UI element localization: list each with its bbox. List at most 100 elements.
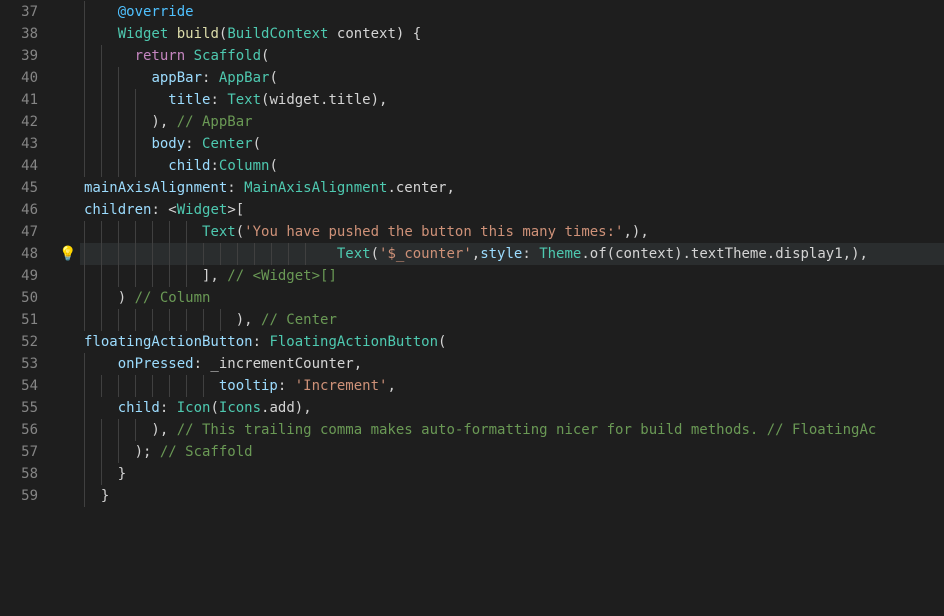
- token: AppBar: [219, 70, 270, 86]
- token: body: [151, 136, 185, 152]
- code-line[interactable]: title: Text(widget.title),: [80, 89, 944, 111]
- line-number: 53: [0, 353, 56, 375]
- token: (: [210, 400, 218, 416]
- token: ),: [84, 114, 177, 130]
- code-line[interactable]: child:Column(: [80, 155, 944, 177]
- token: : _incrementCounter,: [194, 356, 363, 372]
- token: title: [168, 92, 210, 108]
- token: [84, 48, 135, 64]
- token: (: [371, 246, 379, 262]
- code-line[interactable]: tooltip: 'Increment',: [80, 375, 944, 397]
- token: [84, 92, 168, 108]
- token: // AppBar: [177, 114, 253, 130]
- token: (: [261, 48, 269, 64]
- token: FloatingActionButton: [269, 334, 438, 350]
- line-number: 44: [0, 155, 56, 177]
- token: (: [253, 136, 261, 152]
- token: (: [438, 334, 446, 350]
- line-number: 45: [0, 177, 56, 199]
- line-number: 43: [0, 133, 56, 155]
- token: Text: [227, 92, 261, 108]
- line-number-gutter: 3738394041424344454647484950515253545556…: [0, 0, 56, 616]
- token: ,: [472, 246, 480, 262]
- token: Widget: [177, 202, 228, 218]
- token: children: [84, 202, 151, 218]
- token: :: [185, 136, 202, 152]
- token: (: [269, 70, 277, 86]
- lightbulb-icon[interactable]: 💡: [56, 243, 80, 265]
- code-line[interactable]: ), // This trailing comma makes auto-for…: [80, 419, 944, 441]
- code-line[interactable]: Text('$_counter',style: Theme.of(context…: [80, 243, 944, 265]
- code-line[interactable]: onPressed: _incrementCounter,: [80, 353, 944, 375]
- code-area[interactable]: @override Widget build(BuildContext cont…: [80, 0, 944, 616]
- token: Scaffold: [194, 48, 261, 64]
- token: );: [84, 444, 160, 460]
- token: [84, 70, 151, 86]
- token: Icon: [177, 400, 211, 416]
- token: build: [177, 26, 219, 42]
- token: [84, 356, 118, 372]
- code-line[interactable]: child: Icon(Icons.add),: [80, 397, 944, 419]
- token: ): [84, 290, 135, 306]
- line-number: 58: [0, 463, 56, 485]
- token: [84, 378, 219, 394]
- code-line[interactable]: body: Center(: [80, 133, 944, 155]
- token: ,: [387, 378, 395, 394]
- line-number: 40: [0, 67, 56, 89]
- token: // This trailing comma makes auto-format…: [177, 422, 877, 438]
- code-line[interactable]: mainAxisAlignment: MainAxisAlignment.cen…: [80, 177, 944, 199]
- code-line[interactable]: ), // Center: [80, 309, 944, 331]
- token: Icons: [219, 400, 261, 416]
- code-line[interactable]: Text('You have pushed the button this ma…: [80, 221, 944, 243]
- token: Widget: [118, 26, 169, 42]
- code-line[interactable]: ) // Column: [80, 287, 944, 309]
- code-line[interactable]: return Scaffold(: [80, 45, 944, 67]
- token: ],: [84, 268, 227, 284]
- code-line[interactable]: ), // AppBar: [80, 111, 944, 133]
- line-number: 39: [0, 45, 56, 67]
- token: [84, 136, 151, 152]
- code-line[interactable]: children: <Widget>[: [80, 199, 944, 221]
- code-line[interactable]: }: [80, 463, 944, 485]
- token: [168, 26, 176, 42]
- token: Theme: [539, 246, 581, 262]
- code-line[interactable]: @override: [80, 1, 944, 23]
- code-line[interactable]: ], // <Widget>[]: [80, 265, 944, 287]
- line-number: 52: [0, 331, 56, 353]
- code-line[interactable]: appBar: AppBar(: [80, 67, 944, 89]
- line-number: 42: [0, 111, 56, 133]
- token: .add),: [261, 400, 312, 416]
- line-number: 41: [0, 89, 56, 111]
- token: mainAxisAlignment: [84, 180, 227, 196]
- code-line[interactable]: }: [80, 485, 944, 507]
- token: }: [84, 488, 109, 504]
- token: 'Increment': [295, 378, 388, 394]
- token: [84, 26, 118, 42]
- code-line[interactable]: ); // Scaffold: [80, 441, 944, 463]
- token: @override: [118, 4, 194, 20]
- token: .of(context).textTheme.display1,),: [581, 246, 868, 262]
- token: child: [168, 158, 210, 174]
- token: (: [236, 224, 244, 240]
- token: :: [210, 158, 218, 174]
- token: (widget.title),: [261, 92, 387, 108]
- token: :: [227, 180, 244, 196]
- line-number: 46: [0, 199, 56, 221]
- line-number: 54: [0, 375, 56, 397]
- token: ),: [84, 312, 261, 328]
- token: 'You have pushed the button this many ti…: [244, 224, 623, 240]
- line-number: 51: [0, 309, 56, 331]
- line-number: 37: [0, 1, 56, 23]
- token: :: [278, 378, 295, 394]
- token: [84, 246, 337, 262]
- code-line[interactable]: Widget build(BuildContext context) {: [80, 23, 944, 45]
- code-editor[interactable]: 3738394041424344454647484950515253545556…: [0, 0, 944, 616]
- token: :: [160, 400, 177, 416]
- token: context) {: [328, 26, 421, 42]
- token: BuildContext: [227, 26, 328, 42]
- glyph-margin: 💡: [56, 0, 80, 616]
- code-line[interactable]: floatingActionButton: FloatingActionButt…: [80, 331, 944, 353]
- token: :: [202, 70, 219, 86]
- token: floatingActionButton: [84, 334, 253, 350]
- token: (: [269, 158, 277, 174]
